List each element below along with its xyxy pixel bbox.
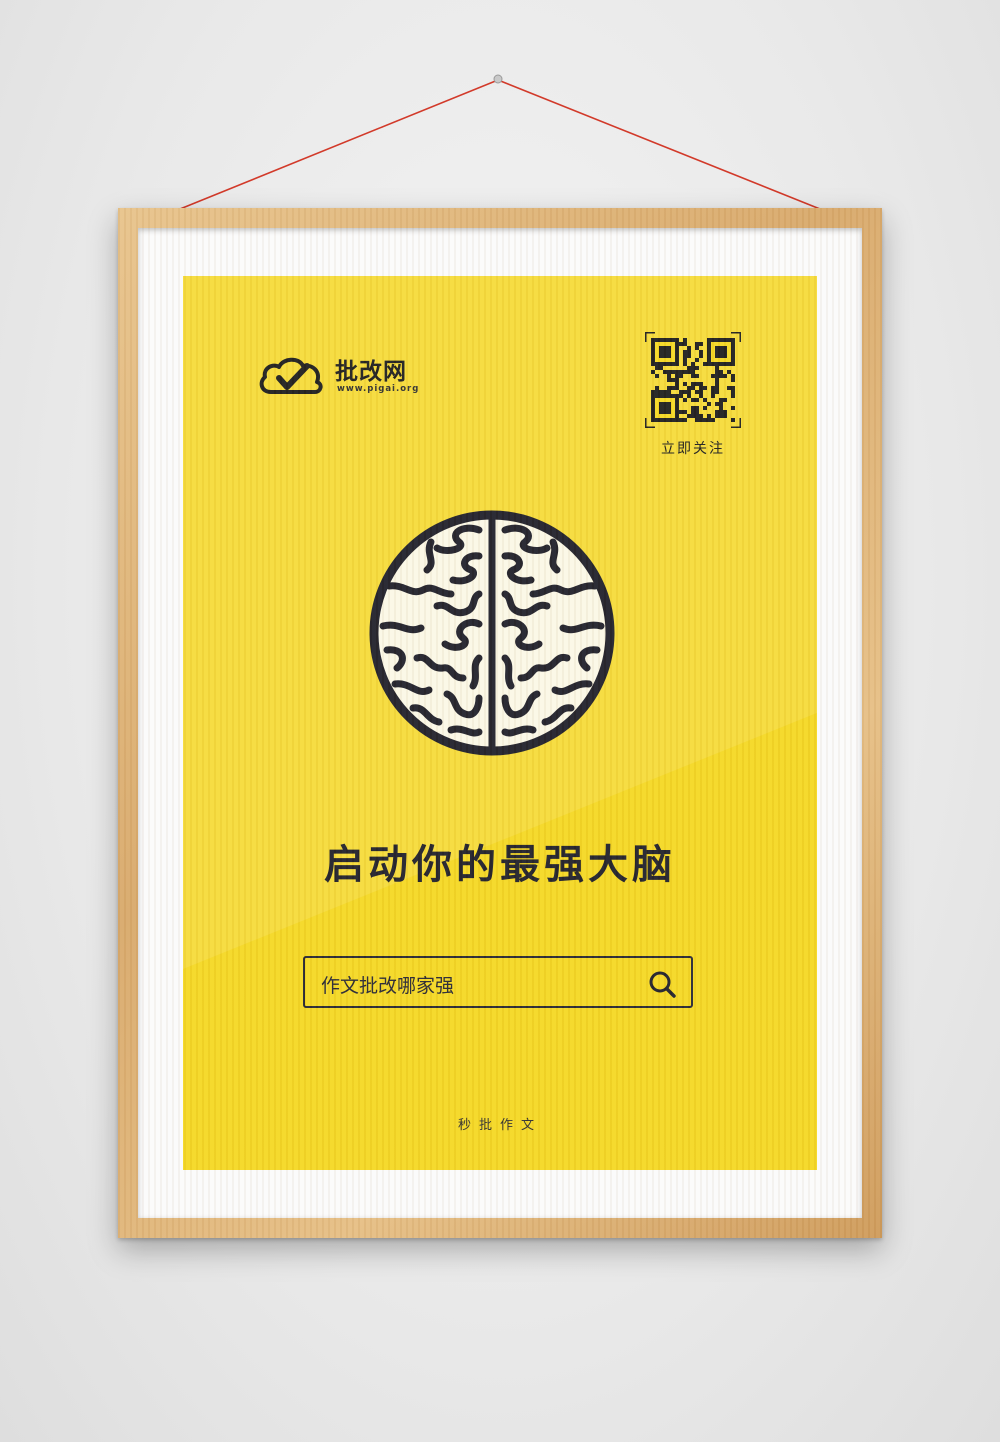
headline: 启动你的最强大脑: [324, 842, 676, 888]
tagline: 秒批作文: [457, 1118, 542, 1133]
search-icon[interactable]: [647, 969, 677, 999]
wall-scene: 批改网 www.pigai.org 立即关注 启动你的最强大脑 作文批改哪家强 …: [0, 0, 1000, 1442]
picture-frame: 批改网 www.pigai.org 立即关注 启动你的最强大脑 作文批改哪家强 …: [118, 208, 882, 1238]
frame-mat: 批改网 www.pigai.org 立即关注 启动你的最强大脑 作文批改哪家强 …: [138, 228, 862, 1218]
logo-url: www.pigai.org: [337, 384, 420, 394]
qr-caption: 立即关注: [661, 441, 725, 457]
nail-icon: [493, 74, 503, 84]
search-input[interactable]: 作文批改哪家强: [321, 971, 454, 998]
qr-code-icon[interactable]: [645, 332, 741, 428]
cloud-check-icon: [259, 357, 323, 394]
poster: 批改网 www.pigai.org 立即关注 启动你的最强大脑 作文批改哪家强 …: [183, 276, 817, 1170]
logo-name: 批改网: [335, 359, 407, 385]
logo: 批改网 www.pigai.org: [257, 346, 457, 406]
brain-icon: [369, 510, 615, 756]
search-box[interactable]: 作文批改哪家强: [303, 956, 693, 1008]
